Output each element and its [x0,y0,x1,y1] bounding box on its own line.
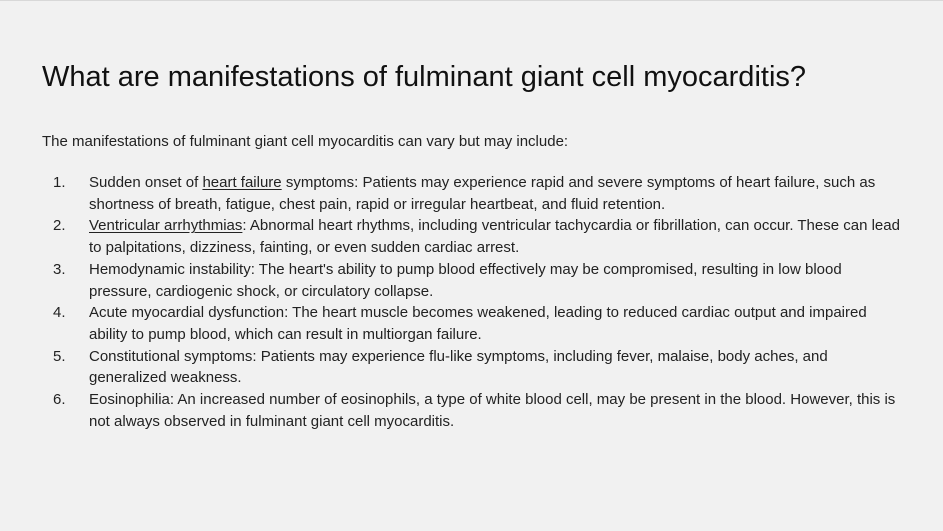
list-item-text: Ventricular arrhythmias: Abnormal heart … [89,217,900,256]
list-number: 4. [53,304,66,322]
intro-paragraph: The manifestations of fulminant giant ce… [42,133,569,150]
list-item: 4. Acute myocardial dysfunction: The hea… [42,302,902,345]
list-item-text: Acute myocardial dysfunction: The heart … [89,304,867,343]
list-item-text: Eosinophilia: An increased number of eos… [89,391,896,430]
manifestations-list: 1. Sudden onset of heart failure symptom… [42,172,902,432]
list-number: 2. [53,217,66,235]
ventricular-arrhythmias-link[interactable]: Ventricular arrhythmias [89,217,242,234]
list-number: 6. [53,391,66,409]
list-number: 5. [53,347,66,365]
page: What are manifestations of fulminant gia… [0,0,943,531]
list-item: 6. Eosinophilia: An increased number of … [42,389,902,432]
text-segment: Sudden onset of [89,174,203,191]
list-item-text: Sudden onset of heart failure symptoms: … [89,174,875,213]
list-item: 3. Hemodynamic instability: The heart's … [42,259,902,302]
page-title: What are manifestations of fulminant gia… [42,61,807,93]
list-item: 1. Sudden onset of heart failure symptom… [42,172,902,215]
list-item: 2. Ventricular arrhythmias: Abnormal hea… [42,215,902,258]
list-item: 5. Constitutional symptoms: Patients may… [42,346,902,389]
heart-failure-link[interactable]: heart failure [202,174,281,191]
list-number: 1. [53,174,66,191]
list-item-text: Constitutional symptoms: Patients may ex… [89,347,828,387]
list-number: 3. [53,260,66,278]
list-item-text: Hemodynamic instability: The heart's abi… [89,260,842,300]
